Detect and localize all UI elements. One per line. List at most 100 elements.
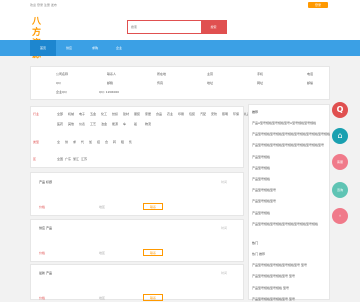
sidebar-link[interactable]: 产品型号规格 [252, 211, 270, 215]
category-option[interactable]: 照明 [222, 112, 228, 116]
sidebar-link[interactable]: 产品型号规格 [252, 177, 270, 181]
category-option[interactable]: 汽配 [200, 112, 206, 116]
contact-button[interactable]: 联系 [143, 249, 163, 256]
listing-title[interactable]: 供应 产品 [39, 226, 52, 230]
listing-title[interactable]: 产品 标题 [39, 180, 52, 184]
category-option[interactable]: 合 [105, 140, 108, 144]
info-cell: 网址 [257, 81, 264, 85]
category-option[interactable]: 全部 [57, 112, 63, 116]
category-option[interactable]: 包装 [189, 112, 195, 116]
info-cell: 手机 [257, 72, 264, 76]
info-cell: 邮编 [307, 81, 314, 85]
info-cell: 所在地 [157, 72, 167, 76]
category-label: 区 [33, 157, 37, 161]
main-nav: 首页 供应 求购 企业 [0, 40, 360, 56]
search-input[interactable] [129, 22, 205, 32]
contact-button[interactable]: 联系 [143, 203, 163, 210]
listing-time: 时间 [221, 226, 228, 230]
info-cell: 公司名称 [56, 72, 69, 76]
category-option[interactable]: 食品 [156, 112, 162, 116]
category-option[interactable]: 转 [113, 140, 116, 144]
login-button[interactable]: 登录 [308, 2, 328, 8]
info-panel: 公司名称 联系人 所在地 主营 手机 电话 QQ 邮箱 传真 地址 网址 邮编 … [30, 66, 330, 100]
sidebar-link[interactable]: 产品型号规格型号规格型号规格型号规格型号规格 [252, 222, 318, 226]
home-float-button[interactable]: ⌂ [332, 128, 348, 144]
info-cell: 电话 [307, 72, 314, 76]
category-option[interactable]: 化工 [101, 112, 107, 116]
category-option[interactable]: 五金 [90, 112, 96, 116]
nav-item-buy[interactable]: 求购 [82, 40, 108, 56]
service-float-button[interactable]: 客服 [332, 154, 348, 170]
nav-item-company[interactable]: 企业 [108, 40, 130, 56]
category-option[interactable]: 家居 [145, 112, 151, 116]
sidebar-link[interactable]: 产品型号规格型号规格型号 型号 [252, 274, 295, 278]
category-option[interactable]: 供 [65, 140, 68, 144]
info-cell: QQ [56, 81, 61, 85]
category-option[interactable]: 安防 [211, 112, 217, 116]
listing-price: 价格 [39, 251, 46, 255]
category-option[interactable]: 能源 [112, 122, 118, 126]
category-option[interactable]: 仪表 [79, 122, 85, 126]
sidebar-heading: 热门 [252, 241, 259, 245]
category-option[interactable]: 车 [123, 122, 126, 126]
listing-price: 价格 [39, 296, 46, 300]
sidebar-link[interactable]: 产品型号规格型号规格型号 型号 [252, 297, 295, 301]
sidebar-link[interactable]: 产品型号规格型号规格型号规格型号 型号 [252, 263, 307, 267]
category-option[interactable]: 其他 [68, 122, 74, 126]
nav-item-supply[interactable]: 供应 [56, 40, 82, 56]
category-option[interactable]: 服装 [134, 112, 140, 116]
top-bar-links[interactable]: 欢迎 登录 注册 发布 [30, 3, 57, 7]
category-option[interactable]: 电子 [79, 112, 85, 116]
top-float-button[interactable]: ↑ [332, 208, 348, 224]
info-cell-qq[interactable]: QQ: 1206060 [99, 90, 119, 94]
category-option[interactable]: 纺织 [112, 112, 118, 116]
search-button[interactable]: 搜索 [201, 21, 226, 33]
sidebar-link[interactable]: 产品型号规格型号 [252, 199, 276, 203]
category-option[interactable]: 农业 [167, 112, 173, 116]
sidebar-link[interactable]: 产品型号规格 [252, 166, 270, 170]
sidebar-link[interactable]: 产品型号规格 [252, 155, 270, 159]
sidebar-link[interactable]: 产品A型号规格型号规格型号A型号规格型号规格 [252, 121, 316, 125]
category-option[interactable]: 建材 [123, 112, 129, 116]
sidebar-link[interactable]: 产品型号规格型号 [252, 188, 276, 192]
listing-region: 地区 [99, 205, 106, 209]
search-box: 搜索 [127, 20, 227, 34]
info-cell: 地址 [207, 81, 214, 85]
category-option[interactable]: 船 [134, 122, 137, 126]
category-option[interactable]: 环保 [233, 112, 239, 116]
listing-time: 时间 [221, 180, 228, 184]
category-option[interactable]: 加 [89, 140, 92, 144]
category-option[interactable]: 求 [73, 140, 76, 144]
sidebar-link[interactable]: 产品型号规格型号规格型号规格型号规格型号规格型号规格 [252, 132, 330, 136]
category-option[interactable]: 售 [129, 140, 132, 144]
info-cell: 邮箱 [107, 81, 114, 85]
category-option[interactable]: 医药 [57, 122, 63, 126]
sidebar-link[interactable]: 产品型号规格型号规格 型号 [252, 286, 289, 290]
category-option[interactable]: 全国 [57, 157, 63, 161]
category-option[interactable]: 广东 [65, 157, 71, 161]
sidebar-link[interactable]: 热门 推荐 [252, 252, 265, 256]
site-logo[interactable]: 八方资源 [32, 17, 48, 60]
nav-item-home[interactable]: 首页 [30, 40, 56, 56]
category-option[interactable]: 物流 [145, 122, 151, 126]
category-option[interactable]: 机械 [68, 112, 74, 116]
category-option[interactable]: 工艺 [90, 122, 96, 126]
listing-title[interactable]: 最新 产品 [39, 271, 52, 275]
category-option[interactable]: 印刷 [178, 112, 184, 116]
category-option[interactable]: 江苏 [81, 157, 87, 161]
category-option[interactable]: 租 [121, 140, 124, 144]
sidebar-link[interactable]: 产品型号规格型号规格型号规格型号规格型号规格型号 [252, 143, 324, 147]
category-option[interactable]: 招 [97, 140, 100, 144]
info-cell: 企业QQ [56, 90, 67, 94]
listing-card: 供应 产品 时间 价格 地区 联系 [30, 219, 244, 262]
sidebar-heading: 推荐 [252, 110, 259, 114]
category-option[interactable]: 浙江 [73, 157, 79, 161]
sidebar: 推荐 产品A型号规格型号规格型号A型号规格型号规格 产品型号规格型号规格型号规格型… [248, 104, 330, 301]
category-option[interactable]: 冶金 [101, 122, 107, 126]
category-option[interactable]: 代 [81, 140, 84, 144]
consult-float-button[interactable]: 咨询 [332, 182, 348, 198]
qq-float-button[interactable]: Q [332, 102, 348, 118]
info-cell: 联系人 [107, 72, 117, 76]
top-bar: 欢迎 登录 注册 发布 登录 [0, 0, 360, 11]
category-option[interactable]: 全 [57, 140, 60, 144]
